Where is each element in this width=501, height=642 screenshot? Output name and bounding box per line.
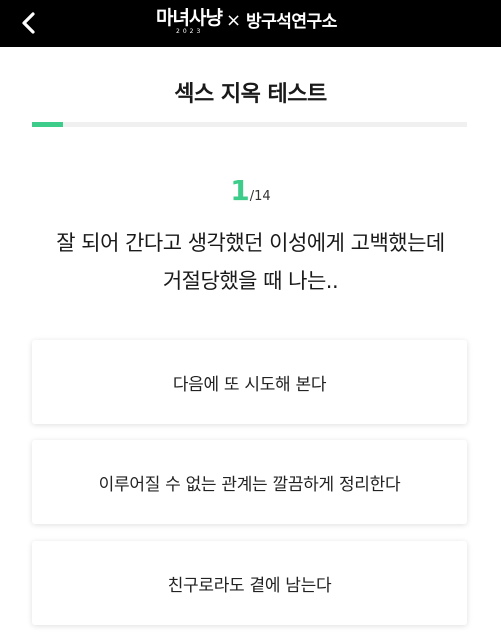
brand-lockup: 마녀사냥 2023 × 방구석연구소 [150,6,350,40]
answer-option-label: 이루어질 수 없는 관계는 깔끔하게 정리한다 [98,474,401,495]
bangguseok-lab-logo: 방구석연구소 [246,12,337,32]
question-counter-total: /14 [249,189,271,204]
answer-option-1[interactable]: 다음에 또 시도해 본다 [32,340,467,424]
quiz-title: 섹스 지옥 테스트 [174,82,327,107]
chevron-left-icon [22,12,35,34]
brand-primary-text: 마녀사냥 [156,7,223,29]
question-text: 잘 되어 간다고 생각했던 이성에게 고백했는데 거절당했을 때 나는.. [20,224,481,300]
question-counter-current: 1 [230,174,250,207]
question-counter: 1/14 [0,175,501,213]
answer-option-label: 다음에 또 시도해 본다 [172,374,327,395]
answer-option-3[interactable]: 친구로라도 곁에 남는다 [32,541,467,625]
majeo-sanyang-logo: 마녀사냥 2023 [156,7,223,38]
progress-bar [32,122,467,127]
back-button[interactable] [14,8,44,38]
answer-option-2[interactable]: 이루어질 수 없는 관계는 깔끔하게 정리한다 [32,440,467,524]
progress-bar-fill [32,122,63,127]
brand-primary-year: 2023 [176,28,204,35]
question-line-1: 잘 되어 간다고 생각했던 이성에게 고백했는데 [56,231,445,255]
question-line-2: 거절당했을 때 나는.. [162,269,339,293]
brand-separator: × [226,10,242,31]
answer-option-label: 친구로라도 곁에 남는다 [167,575,332,596]
top-bar: 마녀사냥 2023 × 방구석연구소 [0,0,501,47]
